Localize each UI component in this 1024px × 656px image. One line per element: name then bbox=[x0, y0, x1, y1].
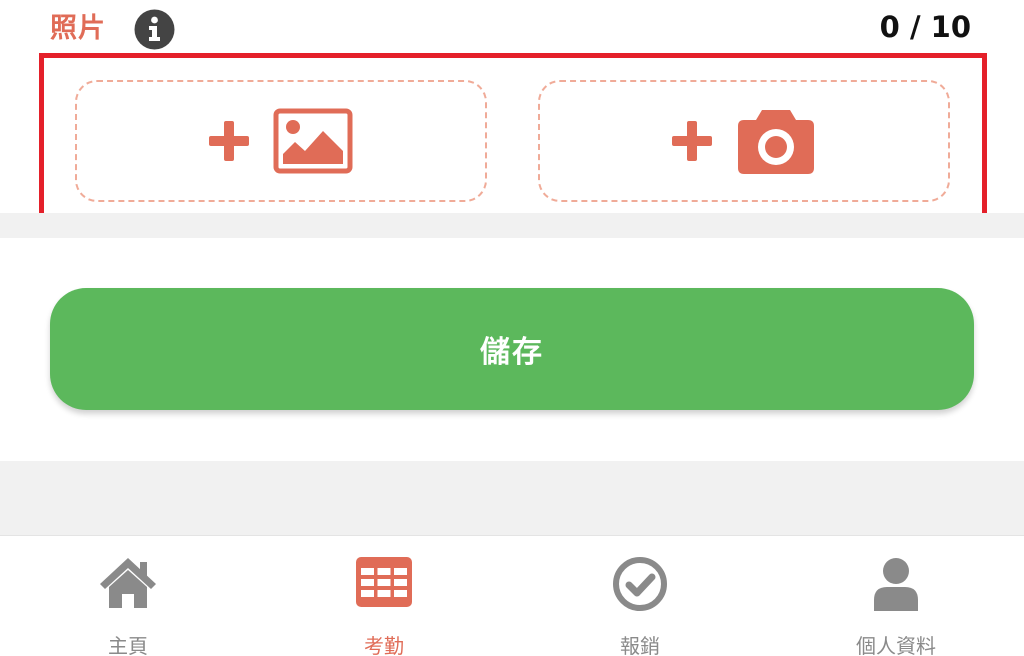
add-from-gallery-button[interactable] bbox=[75, 80, 487, 202]
photo-section-title: 照片 bbox=[50, 13, 106, 44]
photo-form-screen: 照片 0 / 10 儲存 主頁 考勤 報銷 個人資料 bbox=[0, 0, 1024, 656]
section-divider bbox=[0, 461, 1024, 535]
plus-icon bbox=[672, 121, 712, 161]
plus-icon bbox=[209, 121, 249, 161]
photo-upload-area bbox=[39, 53, 987, 228]
nav-label-reimbursement: 報銷 bbox=[620, 634, 660, 656]
photo-count: 0 / 10 bbox=[879, 10, 971, 44]
check-circle-icon bbox=[613, 557, 667, 611]
save-button[interactable]: 儲存 bbox=[50, 288, 974, 410]
info-circle-icon[interactable] bbox=[134, 9, 175, 50]
section-divider bbox=[0, 213, 1024, 238]
nav-label-profile: 個人資料 bbox=[856, 634, 936, 656]
bottom-navigation: 主頁 考勤 報銷 個人資料 bbox=[0, 535, 1024, 656]
nav-label-home: 主頁 bbox=[108, 634, 148, 656]
nav-item-reimbursement[interactable]: 報銷 bbox=[512, 536, 768, 656]
nav-item-home[interactable]: 主頁 bbox=[0, 536, 256, 656]
calendar-grid-icon bbox=[356, 557, 412, 607]
user-icon bbox=[874, 558, 918, 611]
take-photo-button[interactable] bbox=[538, 80, 950, 202]
home-icon bbox=[100, 558, 156, 608]
nav-label-attendance: 考勤 bbox=[364, 634, 404, 656]
image-icon bbox=[273, 108, 353, 174]
camera-icon bbox=[738, 110, 814, 174]
nav-item-attendance[interactable]: 考勤 bbox=[256, 536, 512, 656]
nav-item-profile[interactable]: 個人資料 bbox=[768, 536, 1024, 656]
